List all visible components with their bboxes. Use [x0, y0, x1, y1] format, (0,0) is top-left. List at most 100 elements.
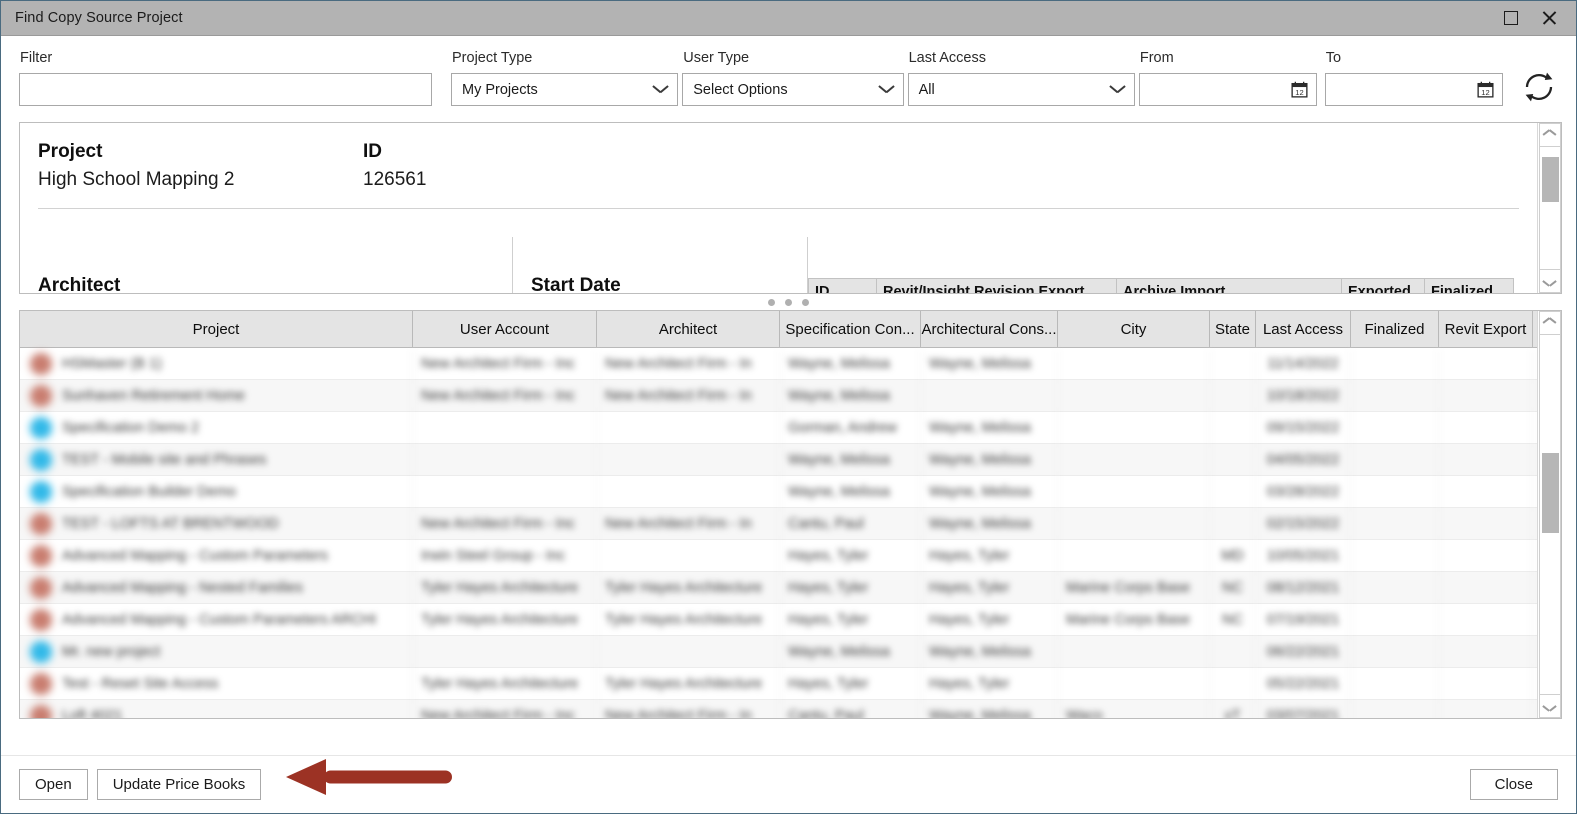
table-cell [597, 411, 780, 444]
table-cell: Tyler Hayes Architecture [597, 667, 780, 700]
table-row[interactable]: Specification Builder Demo Wayne, Melissa… [20, 475, 1537, 508]
table-row[interactable]: HSMaster (B 1) New Architect Firm - Inc Ne… [20, 347, 1537, 380]
table-cell [1058, 379, 1210, 412]
table-cell [1058, 635, 1210, 668]
table-row[interactable]: Specification Demo 2 Gorman, Andrew Wayne,… [20, 411, 1537, 444]
mini-th-finalized[interactable]: Finalized [1424, 278, 1514, 293]
table-row[interactable]: Mr. new project Wayne, Melissa Wayne, Meli… [20, 635, 1537, 668]
calendar-icon[interactable]: 12 [1477, 81, 1494, 98]
detail-scroll-track[interactable] [1538, 147, 1561, 269]
detail-scroll-up-button[interactable] [1538, 123, 1561, 147]
last-access-value: All [918, 81, 935, 98]
grid-vertical-scrollbar[interactable] [1537, 311, 1561, 718]
grid-column-header[interactable]: Architectural Cons... [921, 311, 1058, 347]
filter-group-last-access: Last Access All [907, 50, 1135, 106]
table-row[interactable]: Sunhaven Retirement Home New Architect Fi… [20, 379, 1537, 412]
table-cell: New Architect Firm - In [597, 507, 780, 540]
last-access-select[interactable]: All [907, 73, 1135, 106]
table-cell: Hayes, Tyler [780, 571, 921, 604]
table-row[interactable]: TEST - Mobile site and Phrases Wayne, Mel… [20, 443, 1537, 476]
grid-column-header[interactable]: Specification Con... [780, 311, 921, 347]
user-type-label: User Type [683, 50, 750, 66]
table-cell: Wayne, Melissa [921, 347, 1058, 380]
table-cell [1351, 507, 1439, 540]
open-button[interactable]: Open [19, 769, 88, 800]
table-cell: MD [1210, 539, 1256, 572]
grid-column-header[interactable]: Revit Export [1439, 311, 1533, 347]
grid-column-header[interactable]: Project [20, 311, 413, 347]
table-cell: Wayne, Melissa [921, 443, 1058, 476]
detail-scroll-down-button[interactable] [1538, 269, 1561, 293]
grid-column-header[interactable]: State [1210, 311, 1256, 347]
project-type-value: My Projects [462, 81, 538, 98]
project-type-select[interactable]: My Projects [451, 73, 679, 106]
table-cell [1351, 347, 1439, 380]
grid-scroll-thumb[interactable] [1541, 453, 1559, 533]
grid-column-header[interactable]: City [1058, 311, 1210, 347]
close-button[interactable] [1538, 7, 1560, 29]
mini-th-id[interactable]: ID [808, 278, 876, 293]
table-cell: 07/19/2021 [1256, 603, 1351, 636]
table-cell [1351, 699, 1439, 718]
table-cell [597, 635, 780, 668]
status-dot-red [30, 608, 52, 631]
status-dot-red [30, 352, 52, 375]
table-cell: Hayes, Tyler [921, 603, 1058, 636]
close-dialog-button[interactable]: Close [1469, 769, 1558, 800]
table-row[interactable]: Advanced Mapping - Custom Parameters Irwi… [20, 539, 1537, 572]
maximize-square-icon [1504, 11, 1518, 25]
calendar-icon[interactable]: 12 [1291, 81, 1308, 98]
to-date-input[interactable]: 12 [1324, 73, 1503, 106]
project-type-label: Project Type [452, 50, 533, 66]
table-cell: Tyler Hayes Architecture [597, 571, 780, 604]
table-cell: Tyler Hayes Architecture [597, 603, 780, 636]
grid-column-header[interactable]: Last Access [1256, 311, 1351, 347]
user-type-select[interactable]: Select Options [682, 73, 904, 106]
chevron-down-icon [1543, 277, 1556, 285]
grid-column-header[interactable]: Finalized [1351, 311, 1439, 347]
update-price-books-button[interactable]: Update Price Books [96, 769, 262, 800]
maximize-button[interactable] [1500, 7, 1522, 29]
table-cell: New Architect Firm - Inc [413, 347, 597, 380]
table-cell: Wayne, Melissa [921, 635, 1058, 668]
refresh-button[interactable] [1517, 64, 1562, 110]
table-row[interactable]: Test - Reset Site Access Tyler Hayes Arch… [20, 667, 1537, 700]
id-field: ID 126561 [363, 139, 426, 194]
table-cell [1439, 571, 1533, 604]
table-cell: Waco [1058, 699, 1210, 718]
grid-scroll-up-button[interactable] [1538, 311, 1561, 335]
table-cell: Cantu, Paul [780, 699, 921, 718]
projects-grid: Project User Account Architect Specificatio… [19, 310, 1562, 719]
filter-input[interactable] [19, 73, 433, 106]
table-cell: Marine Corps Base [1058, 603, 1210, 636]
table-cell [1439, 635, 1533, 668]
grid-column-header[interactable]: Architect [597, 311, 780, 347]
table-cell [413, 635, 597, 668]
panel-splitter[interactable] [1, 294, 1576, 310]
id-field-value: 126561 [363, 169, 427, 190]
project-field: Project High School Mapping 2 [38, 139, 363, 194]
detail-scroll-thumb[interactable] [1541, 157, 1559, 202]
table-row[interactable]: Advanced Mapping - Custom Parameters ARC… [20, 603, 1537, 636]
grid-scroll-track[interactable] [1538, 335, 1561, 694]
mini-th-exported[interactable]: Exported [1341, 278, 1424, 293]
table-cell [413, 443, 597, 476]
from-date-input[interactable]: 12 [1138, 73, 1317, 106]
mini-th-archive[interactable]: Archive Import [1116, 278, 1341, 293]
svg-text:12: 12 [1481, 88, 1489, 97]
table-cell [1439, 539, 1533, 572]
chevron-down-icon [879, 85, 894, 94]
detail-vertical-scrollbar[interactable] [1537, 123, 1561, 293]
grid-column-header[interactable]: User Account [413, 311, 597, 347]
project-summary-row: Project High School Mapping 2 ID 126561 [38, 139, 1519, 194]
table-row[interactable]: TEST - LOFTS AT BRENTWOOD New Architect F… [20, 507, 1537, 540]
table-row[interactable]: Advanced Mapping - Nested Families Tyler … [20, 571, 1537, 604]
table-cell [1210, 443, 1256, 476]
mini-th-revit[interactable]: Revit/Insight Revision Export [876, 278, 1116, 293]
chevron-up-icon [1543, 131, 1556, 139]
table-cell: Hayes, Tyler [780, 603, 921, 636]
grid-scroll-down-button[interactable] [1538, 694, 1561, 718]
table-cell: Hayes, Tyler [921, 539, 1058, 572]
table-row[interactable]: Loft 4021 New Architect Firm - Inc New Arc… [20, 699, 1537, 718]
project-field-value: High School Mapping 2 [38, 169, 235, 190]
